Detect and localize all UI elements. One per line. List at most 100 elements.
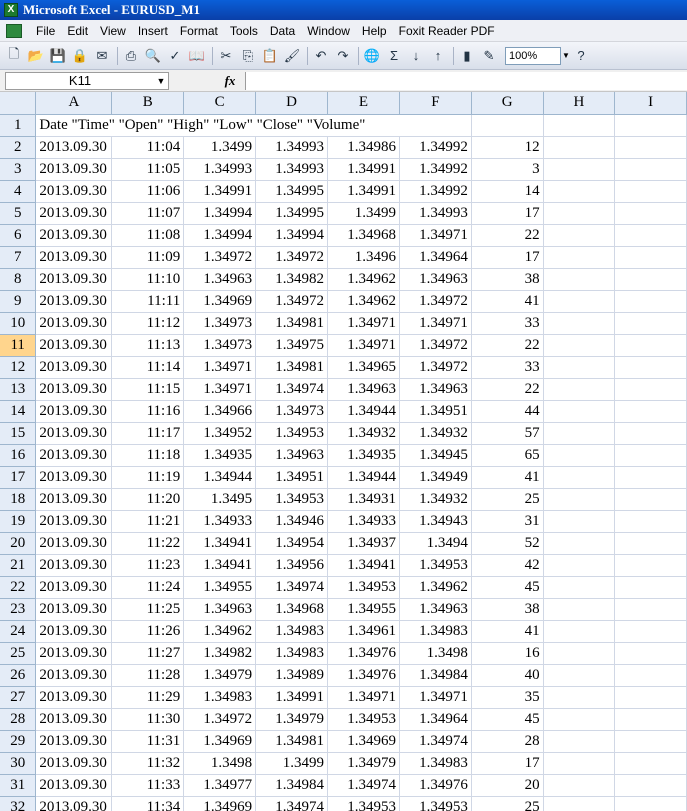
new-icon[interactable]: 🗋 (4, 46, 24, 66)
time-cell[interactable]: 11:15 (111, 378, 185, 401)
cell[interactable] (614, 796, 687, 811)
date-cell[interactable]: 2013.09.30 (35, 774, 113, 797)
low-cell[interactable]: 1.34935 (327, 444, 400, 467)
open-cell[interactable]: 1.34972 (183, 246, 257, 269)
low-cell[interactable]: 1.34991 (327, 180, 400, 203)
high-cell[interactable]: 1.34973 (255, 400, 329, 423)
volume-cell[interactable]: 42 (471, 554, 544, 577)
row-header[interactable]: 32 (0, 796, 37, 811)
column-header[interactable]: C (183, 92, 257, 115)
row-header[interactable]: 4 (0, 180, 37, 203)
menu-insert[interactable]: Insert (132, 24, 174, 38)
high-cell[interactable]: 1.34975 (255, 334, 329, 357)
hyperlink-icon[interactable]: 🌐 (362, 46, 382, 66)
cell[interactable] (543, 400, 616, 423)
date-cell[interactable]: 2013.09.30 (35, 158, 113, 181)
high-cell[interactable]: 1.34981 (255, 730, 329, 753)
date-cell[interactable]: 2013.09.30 (35, 290, 113, 313)
cell[interactable] (614, 400, 687, 423)
spelling-icon[interactable]: ✓ (165, 46, 185, 66)
date-cell[interactable]: 2013.09.30 (35, 664, 113, 687)
cell[interactable] (614, 488, 687, 511)
high-cell[interactable]: 1.34989 (255, 664, 329, 687)
row-header[interactable]: 16 (0, 444, 37, 467)
low-cell[interactable]: 1.34971 (327, 334, 400, 357)
high-cell[interactable]: 1.34991 (255, 686, 329, 709)
open-cell[interactable]: 1.3495 (183, 488, 257, 511)
high-cell[interactable]: 1.34974 (255, 576, 329, 599)
menu-help[interactable]: Help (356, 24, 393, 38)
cell[interactable] (614, 642, 687, 665)
high-cell[interactable]: 1.34968 (255, 598, 329, 621)
date-cell[interactable]: 2013.09.30 (35, 532, 113, 555)
cell[interactable] (471, 114, 544, 137)
cell[interactable] (543, 554, 616, 577)
paste-icon[interactable]: 📋 (260, 46, 280, 66)
row-header[interactable]: 29 (0, 730, 37, 753)
menu-view[interactable]: View (94, 24, 132, 38)
open-cell[interactable]: 1.34944 (183, 466, 257, 489)
cell[interactable] (614, 444, 687, 467)
volume-cell[interactable]: 45 (471, 708, 544, 731)
open-cell[interactable]: 1.34991 (183, 180, 257, 203)
column-header[interactable]: I (614, 92, 687, 115)
open-cell[interactable]: 1.34941 (183, 532, 257, 555)
high-cell[interactable]: 1.34981 (255, 312, 329, 335)
row-header[interactable]: 21 (0, 554, 37, 577)
close-cell[interactable]: 1.34932 (399, 422, 472, 445)
row-header[interactable]: 6 (0, 224, 37, 247)
close-cell[interactable]: 1.34983 (399, 752, 472, 775)
low-cell[interactable]: 1.34941 (327, 554, 400, 577)
volume-cell[interactable]: 17 (471, 246, 544, 269)
row-header[interactable]: 5 (0, 202, 37, 225)
low-cell[interactable]: 1.34962 (327, 268, 400, 291)
close-cell[interactable]: 1.34953 (399, 796, 472, 811)
cell[interactable] (614, 576, 687, 599)
volume-cell[interactable]: 38 (471, 268, 544, 291)
date-cell[interactable]: 2013.09.30 (35, 136, 113, 159)
low-cell[interactable]: 1.34974 (327, 774, 400, 797)
cell[interactable] (543, 466, 616, 489)
cell[interactable] (614, 136, 687, 159)
cell[interactable] (614, 334, 687, 357)
high-cell[interactable]: 1.34995 (255, 180, 329, 203)
row-header[interactable]: 31 (0, 774, 37, 797)
time-cell[interactable]: 11:31 (111, 730, 185, 753)
time-cell[interactable]: 11:28 (111, 664, 185, 687)
low-cell[interactable]: 1.34968 (327, 224, 400, 247)
close-cell[interactable]: 1.34943 (399, 510, 472, 533)
high-cell[interactable]: 1.34984 (255, 774, 329, 797)
date-cell[interactable]: 2013.09.30 (35, 400, 113, 423)
cell[interactable] (543, 290, 616, 313)
row-header[interactable]: 3 (0, 158, 37, 181)
time-cell[interactable]: 11:23 (111, 554, 185, 577)
row-header[interactable]: 25 (0, 642, 37, 665)
time-cell[interactable]: 11:18 (111, 444, 185, 467)
cell[interactable] (543, 268, 616, 291)
volume-cell[interactable]: 16 (471, 642, 544, 665)
date-cell[interactable]: 2013.09.30 (35, 312, 113, 335)
cell[interactable] (614, 598, 687, 621)
insert-function-icon[interactable]: fx (215, 73, 245, 89)
date-cell[interactable]: 2013.09.30 (35, 334, 113, 357)
open-cell[interactable]: 1.34969 (183, 290, 257, 313)
date-cell[interactable]: 2013.09.30 (35, 444, 113, 467)
cell[interactable] (543, 378, 616, 401)
cell[interactable] (543, 576, 616, 599)
cell[interactable] (614, 554, 687, 577)
low-cell[interactable]: 1.34979 (327, 752, 400, 775)
close-cell[interactable]: 1.34972 (399, 356, 472, 379)
column-header[interactable]: H (543, 92, 616, 115)
date-cell[interactable]: 2013.09.30 (35, 356, 113, 379)
cell[interactable] (543, 114, 616, 137)
row-header[interactable]: 24 (0, 620, 37, 643)
cell[interactable] (543, 158, 616, 181)
date-cell[interactable]: 2013.09.30 (35, 598, 113, 621)
cell[interactable] (543, 686, 616, 709)
high-cell[interactable]: 1.34953 (255, 488, 329, 511)
time-cell[interactable]: 11:27 (111, 642, 185, 665)
drawing-icon[interactable]: ✎ (479, 46, 499, 66)
cell[interactable] (614, 752, 687, 775)
autosum-icon[interactable]: Σ (384, 46, 404, 66)
row-header[interactable]: 26 (0, 664, 37, 687)
